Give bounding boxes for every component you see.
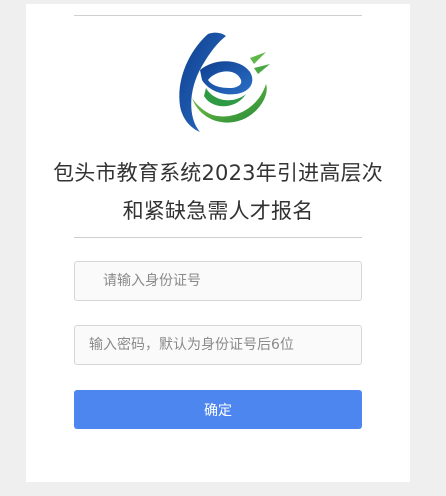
- bottom-divider: [74, 237, 362, 238]
- title-line-1: 包头市教育系统2023年引进高层次: [53, 161, 383, 185]
- id-number-input[interactable]: [75, 262, 361, 300]
- title-line-2: 和紧缺急需人才报名: [122, 199, 314, 223]
- password-field: [74, 325, 362, 365]
- confirm-button[interactable]: 确定: [74, 390, 362, 429]
- education-logo-icon: [179, 32, 270, 132]
- login-card: 包头市教育系统2023年引进高层次 和紧缺急需人才报名 确定: [26, 4, 410, 482]
- top-divider: [74, 15, 362, 16]
- page-title: 包头市教育系统2023年引进高层次 和紧缺急需人才报名: [26, 154, 410, 230]
- password-input[interactable]: [75, 326, 361, 364]
- id-number-field: [74, 261, 362, 301]
